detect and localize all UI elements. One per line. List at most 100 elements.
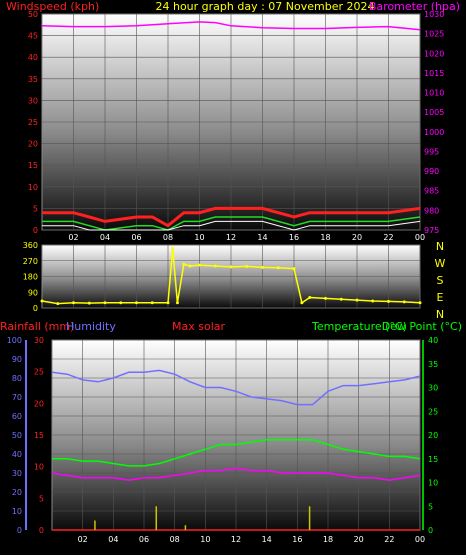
humidity-tick-label: 90 bbox=[12, 355, 22, 364]
wind-direction-point bbox=[166, 301, 170, 305]
humidity-tick-label: 80 bbox=[12, 374, 22, 383]
wind-tick-label: 45 bbox=[28, 32, 38, 41]
compass-label: W bbox=[435, 257, 446, 270]
baro-tick-label: 990 bbox=[424, 167, 439, 176]
x-tick-label: 14 bbox=[257, 233, 267, 242]
rainfall-tick-label: 15 bbox=[34, 431, 44, 440]
wind-direction-point bbox=[276, 266, 280, 270]
wind-direction-point bbox=[150, 301, 154, 305]
compass-labels: NWSEN bbox=[435, 240, 446, 321]
wind-direction-point bbox=[339, 297, 343, 301]
x-tick-label: 10 bbox=[200, 535, 210, 544]
x-tick-label: 00 bbox=[415, 535, 425, 544]
humidity-tick-label: 20 bbox=[12, 488, 22, 497]
wind-direction-point bbox=[387, 299, 390, 303]
temperature-tick-label: 10 bbox=[428, 479, 438, 488]
wind-direction-point bbox=[418, 301, 422, 305]
baro-tick-label: 1005 bbox=[424, 108, 444, 117]
wind-direction-point bbox=[182, 262, 186, 266]
humidity-tick-label: 10 bbox=[12, 507, 22, 516]
x-tick-label: 14 bbox=[262, 535, 272, 544]
x-tick-label: 12 bbox=[226, 233, 236, 242]
temperature-tick-label: 20 bbox=[428, 431, 438, 440]
rainfall-tick-label: 5 bbox=[39, 494, 44, 503]
baro-axis-label: Barometer (hpa) bbox=[369, 0, 460, 13]
humidity-tick-label: 30 bbox=[12, 469, 22, 478]
wind-direction-point bbox=[171, 247, 175, 250]
x-tick-label: 18 bbox=[323, 535, 333, 544]
baro-tick-label: 1020 bbox=[424, 49, 444, 58]
x-tick-label: 08 bbox=[163, 233, 173, 242]
temperature-tick-label: 25 bbox=[428, 407, 438, 416]
x-tick-label: 04 bbox=[108, 535, 118, 544]
wind-direction-point bbox=[87, 301, 91, 305]
direction-tick-label: 90 bbox=[28, 288, 38, 297]
wind-tick-label: 5 bbox=[33, 204, 38, 213]
wind-tick-label: 50 bbox=[28, 10, 38, 19]
wind-tick-label: 15 bbox=[28, 161, 38, 170]
wind-tick-label: 10 bbox=[28, 183, 38, 192]
wind-direction-point bbox=[308, 296, 312, 299]
baro-tick-label: 980 bbox=[424, 206, 439, 215]
rainfall-tick-label: 30 bbox=[34, 336, 44, 345]
humidity-tick-label: 70 bbox=[12, 393, 22, 402]
wind-direction-point bbox=[72, 301, 75, 305]
wind-direction-point bbox=[300, 301, 304, 305]
wind-tick-label: 0 bbox=[33, 226, 38, 235]
x-tick-label: 20 bbox=[354, 535, 364, 544]
wind-direction-point bbox=[103, 301, 107, 305]
wind-direction-point bbox=[229, 265, 233, 269]
x-tick-label: 10 bbox=[194, 233, 204, 242]
rainfall-tick-label: 0 bbox=[39, 526, 44, 535]
wind-direction-point bbox=[119, 301, 123, 305]
x-tick-label: 22 bbox=[384, 535, 394, 544]
rainfall-tick-label: 25 bbox=[34, 368, 44, 377]
wind-direction-point bbox=[292, 267, 296, 271]
dewpoint-axis-label: Dew Point (°C) bbox=[382, 320, 462, 333]
x-tick-label: 06 bbox=[139, 535, 149, 544]
x-tick-label: 00 bbox=[415, 233, 425, 242]
baro-tick-label: 1025 bbox=[424, 30, 444, 39]
baro-tick-label: 1030 bbox=[424, 10, 444, 19]
x-tick-label: 16 bbox=[292, 535, 302, 544]
temperature-tick-label: 5 bbox=[428, 502, 433, 511]
wind-direction-point bbox=[213, 264, 217, 268]
direction-tick-label: 180 bbox=[23, 273, 38, 282]
weather-graphs: Windspeed (kph) 24 hour graph day : 07 N… bbox=[0, 0, 462, 544]
x-tick-label: 16 bbox=[289, 233, 299, 242]
wind-direction-point bbox=[40, 299, 44, 303]
x-tick-label: 06 bbox=[131, 233, 141, 242]
humidity-axis-label: Humidity bbox=[66, 320, 116, 333]
max-solar-label: Max solar bbox=[172, 320, 225, 333]
wind-direction-point bbox=[56, 302, 60, 306]
baro-tick-label: 975 bbox=[424, 226, 439, 235]
wind-direction-point bbox=[188, 264, 192, 268]
baro-tick-label: 1000 bbox=[424, 128, 444, 137]
wind-direction-point bbox=[245, 264, 249, 268]
temperature-tick-label: 35 bbox=[428, 360, 438, 369]
rainfall-tick-label: 20 bbox=[34, 399, 44, 408]
humidity-tick-label: 40 bbox=[12, 450, 22, 459]
x-tick-label: 02 bbox=[78, 535, 88, 544]
chart-title: 24 hour graph day : 07 November 2024 bbox=[155, 0, 374, 13]
wind-tick-label: 25 bbox=[28, 118, 38, 127]
x-tick-label: 02 bbox=[68, 233, 78, 242]
x-tick-label: 12 bbox=[231, 535, 241, 544]
humidity-tick-label: 0 bbox=[17, 526, 22, 535]
wind-direction-point bbox=[135, 301, 138, 305]
compass-label: S bbox=[437, 274, 444, 287]
x-tick-label: 20 bbox=[352, 233, 362, 242]
wind-direction-point bbox=[198, 263, 201, 267]
wind-direction-point bbox=[261, 265, 264, 269]
wind-direction-point bbox=[324, 296, 327, 300]
direction-tick-label: 0 bbox=[33, 304, 38, 313]
baro-tick-label: 1010 bbox=[424, 89, 444, 98]
rainfall-axis-label: Rainfall (mm) bbox=[0, 320, 74, 333]
humidity-tick-label: 100 bbox=[7, 336, 22, 345]
wind-tick-label: 30 bbox=[28, 96, 38, 105]
baro-tick-label: 1015 bbox=[424, 69, 444, 78]
rainfall-tick-label: 10 bbox=[34, 463, 44, 472]
wind-axis-label: Windspeed (kph) bbox=[6, 0, 99, 13]
wind-direction-point bbox=[355, 298, 359, 302]
baro-tick-label: 985 bbox=[424, 187, 439, 196]
